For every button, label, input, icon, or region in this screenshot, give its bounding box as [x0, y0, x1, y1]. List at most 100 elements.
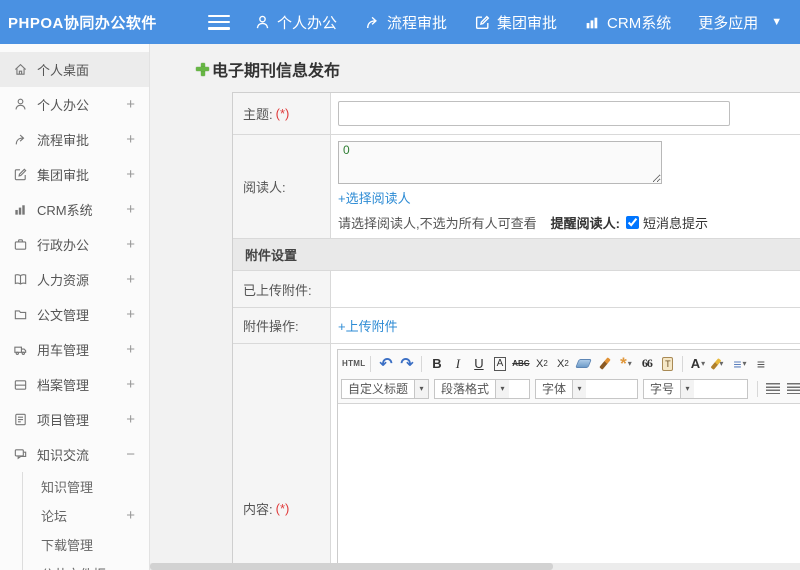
font-family-select[interactable]: 字体 ▾	[535, 378, 638, 399]
home-icon	[13, 62, 28, 77]
expand-toggle[interactable]: +	[126, 271, 135, 288]
italic-button[interactable]: I	[447, 353, 468, 374]
person-icon	[13, 97, 28, 112]
attachment-action-row: 附件操作: +上传附件	[233, 308, 800, 344]
sidebar-item-group-approval[interactable]: 集团审批 +	[0, 157, 149, 192]
sms-remind-checkbox[interactable]	[625, 216, 639, 229]
app-logo[interactable]: PHPOA协同办公软件	[0, 12, 170, 33]
sidebar-item-label: 行政办公	[37, 238, 90, 253]
subject-field-cell	[331, 93, 800, 134]
auto-typeset-button[interactable]: * ▾	[615, 353, 636, 374]
nav-group-approval[interactable]: 集团审批	[474, 12, 557, 33]
caret-down-icon[interactable]: ▾	[680, 379, 695, 398]
upload-attachment-link[interactable]: +上传附件	[338, 316, 800, 335]
subscript-button[interactable]: X2	[552, 353, 573, 374]
combo-value: 自定义标题	[348, 382, 409, 396]
top-header: PHPOA协同办公软件 个人办公 流程审批 集团审批 CRM系统 更多应用 ▼	[0, 0, 800, 44]
ordered-list-button[interactable]: ≡ ▾	[729, 353, 750, 374]
nav-workflow-approval[interactable]: 流程审批	[364, 12, 447, 33]
menu-toggle-icon[interactable]	[208, 14, 230, 30]
font-size-select[interactable]: 字号 ▾	[643, 378, 748, 399]
sidebar-subitem-download-mgmt[interactable]: 下载管理	[23, 530, 149, 559]
expand-toggle[interactable]: +	[126, 341, 135, 358]
select-readers-link[interactable]: +选择阅读人	[338, 191, 411, 206]
sidebar-item-personal-desktop[interactable]: 个人桌面	[0, 52, 149, 87]
subject-input[interactable]	[338, 101, 730, 126]
sidebar-item-vehicle-mgmt[interactable]: 用车管理 +	[0, 332, 149, 367]
sidebar-item-hr[interactable]: 人力资源 +	[0, 262, 149, 297]
expand-toggle[interactable]: −	[126, 446, 135, 463]
underline-button[interactable]: U	[468, 353, 489, 374]
font-border-button[interactable]: A	[489, 353, 510, 374]
rich-text-editor: HTML ↶ ↷ B I U A ABC X2 X 2 * ▾ 66 T A ▾…	[337, 349, 800, 570]
content-field-cell: HTML ↶ ↷ B I U A ABC X2 X 2 * ▾ 66 T A ▾…	[331, 344, 800, 570]
editor-content-area[interactable]	[338, 404, 800, 570]
nav-label: 个人办公	[277, 14, 338, 32]
nav-personal-office[interactable]: 个人办公	[254, 12, 337, 33]
sidebar-subitem-public-cabinet[interactable]: 公共文件柜	[23, 559, 149, 570]
sidebar-item-workflow-approval[interactable]: 流程审批 +	[0, 122, 149, 157]
redo-button[interactable]: ↷	[396, 353, 417, 374]
sidebar-item-document-mgmt[interactable]: 公文管理 +	[0, 297, 149, 332]
h-scrollbar[interactable]	[150, 563, 800, 570]
sidebar-item-label: 个人办公	[37, 98, 90, 113]
nav-label: 流程审批	[387, 14, 448, 32]
superscript-button[interactable]: X2	[531, 353, 552, 374]
sidebar-subitem-forum[interactable]: 论坛 +	[23, 501, 149, 530]
sidebar-item-crm[interactable]: CRM系统 +	[0, 192, 149, 227]
sidebar-subitem-label: 下载管理	[41, 538, 94, 553]
caret-down-icon[interactable]: ▾	[414, 379, 428, 398]
required-mark: (*)	[275, 106, 290, 121]
sidebar-item-personal-office[interactable]: 个人办公 +	[0, 87, 149, 122]
readers-textarea[interactable]: 0	[338, 141, 662, 184]
font-border-glyph: A	[493, 356, 507, 371]
uploaded-attachments-label: 已上传附件:	[243, 282, 312, 298]
unordered-list-button[interactable]: ≡	[750, 353, 771, 374]
expand-toggle[interactable]: +	[126, 201, 135, 218]
sidebar-item-admin-office[interactable]: 行政办公 +	[0, 227, 149, 262]
expand-toggle[interactable]: +	[126, 236, 135, 253]
expand-toggle[interactable]: +	[126, 411, 135, 428]
remove-format-button[interactable]	[573, 353, 594, 374]
content-label-cell: 内容: (*)	[233, 344, 331, 570]
combo-value: 字号	[650, 382, 675, 396]
caret-down-icon[interactable]: ▾	[495, 379, 510, 398]
align-left-button[interactable]	[762, 378, 783, 399]
sidebar-item-label: 用车管理	[37, 343, 90, 358]
expand-toggle[interactable]: +	[126, 96, 135, 113]
expand-toggle[interactable]: +	[126, 306, 135, 323]
expand-toggle[interactable]: +	[126, 131, 135, 148]
font-color-button[interactable]: A ▾	[687, 353, 708, 374]
sidebar-item-archive-mgmt[interactable]: 档案管理 +	[0, 367, 149, 402]
more-apps-caret-icon[interactable]: ▼	[771, 16, 782, 28]
sidebar-item-project-mgmt[interactable]: 项目管理 +	[0, 402, 149, 437]
nav-more-apps[interactable]: 更多应用	[698, 12, 758, 33]
knowledge-exchange-submenu: 知识管理 论坛 + 下载管理 公共文件柜	[22, 472, 149, 570]
uploaded-label-cell: 已上传附件:	[233, 271, 331, 307]
readers-label: 阅读人:	[243, 180, 286, 195]
sidebar-item-knowledge-exchange[interactable]: 知识交流 −	[0, 437, 149, 472]
title-style-select[interactable]: 自定义标题 ▾	[341, 378, 429, 399]
align-center-button[interactable]	[783, 378, 800, 399]
expand-toggle[interactable]: +	[126, 507, 135, 524]
source-code-button[interactable]: HTML	[341, 353, 366, 374]
paragraph-format-select[interactable]: 段落格式 ▾	[434, 378, 530, 399]
workflow-icon	[364, 14, 381, 31]
readers-field-cell: 0 +选择阅读人 请选择阅读人,不选为所有人可查看 提醒阅读人: 短消息提示	[331, 135, 800, 238]
sidebar-subitem-knowledge-mgmt[interactable]: 知识管理	[23, 472, 149, 501]
toolbar-separator	[421, 355, 423, 372]
expand-toggle[interactable]: +	[126, 376, 135, 393]
paste-plain-button[interactable]	[657, 353, 678, 374]
format-painter-button[interactable]	[594, 353, 615, 374]
nav-crm[interactable]: CRM系统	[584, 12, 671, 33]
remind-readers-label: 提醒阅读人:	[550, 216, 620, 231]
blockquote-button[interactable]: 66	[636, 353, 657, 374]
bold-button[interactable]: B	[426, 353, 447, 374]
sidebar-item-label: 流程审批	[37, 133, 90, 148]
highlight-color-button[interactable]: ▾	[708, 353, 729, 374]
h-scrollbar-thumb[interactable]	[150, 563, 553, 570]
strikethrough-button[interactable]: ABC	[510, 353, 531, 374]
caret-down-icon[interactable]: ▾	[572, 379, 587, 398]
expand-toggle[interactable]: +	[126, 166, 135, 183]
undo-button[interactable]: ↶	[375, 353, 396, 374]
